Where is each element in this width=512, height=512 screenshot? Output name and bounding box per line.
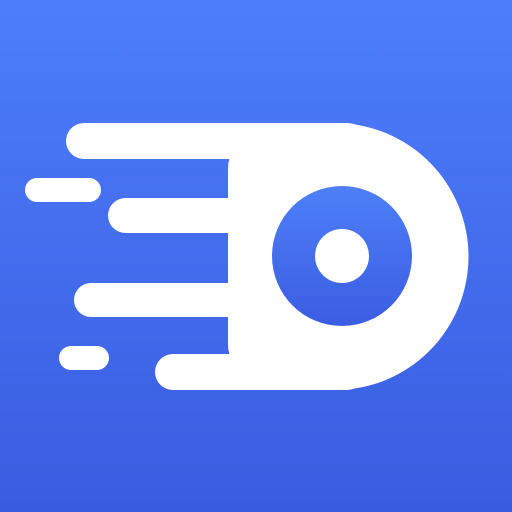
streak-mid-upper [108, 198, 288, 233]
disc-center [315, 229, 369, 283]
streak-short-lower [59, 346, 109, 370]
streak-short-upper [25, 178, 101, 202]
streak-mid-lower [74, 283, 284, 317]
app-icon [0, 0, 512, 512]
